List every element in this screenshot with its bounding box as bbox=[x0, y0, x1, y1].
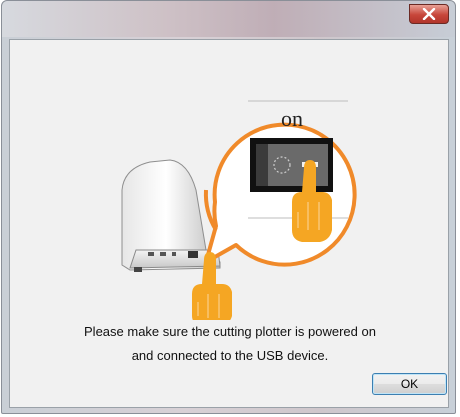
power-switch-icon bbox=[250, 138, 333, 192]
close-icon[interactable] bbox=[409, 4, 449, 24]
message-line-2: and connected to the USB device. bbox=[131, 348, 329, 363]
title-bar bbox=[2, 1, 455, 37]
message-line-1: Please make sure the cutting plotter is … bbox=[84, 324, 376, 339]
dialog-body: on Please make sure the cutting plotter … bbox=[9, 39, 449, 408]
dialog-window: on Please make sure the cutting plotter … bbox=[1, 0, 456, 414]
plotter-illustration: on bbox=[121, 100, 357, 320]
instruction-message: Please make sure the cutting plotter is … bbox=[10, 320, 450, 368]
callout-label: on bbox=[281, 106, 303, 131]
ok-button[interactable]: OK bbox=[372, 373, 447, 395]
